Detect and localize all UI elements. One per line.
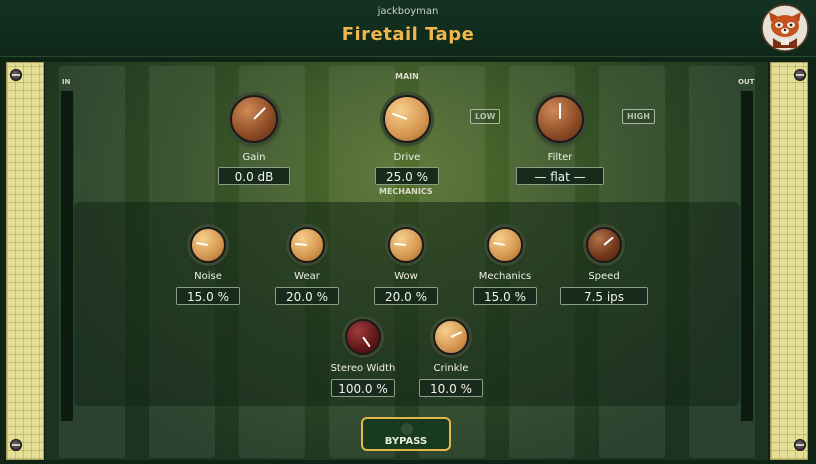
knob-pointer [559,103,561,119]
wow-label: Wow [394,271,418,282]
right-rack-rail [770,62,808,460]
speed-label: Speed [588,271,620,282]
knob-pointer [603,236,614,246]
gain-value-field[interactable]: 0.0 dB [218,167,290,185]
knob-pointer [362,336,371,348]
screw-icon [794,439,806,451]
knob-pointer [391,112,408,120]
output-meter [740,90,754,422]
screw-icon [10,69,22,81]
knob-pointer [450,331,463,338]
filter-low-button[interactable]: LOW [470,109,501,124]
crinkle-knob[interactable] [433,319,469,355]
knob-pointer [393,242,407,246]
drive-knob[interactable] [383,95,431,143]
knob-pointer [253,106,267,120]
gain-label: Gain [242,152,266,163]
knob-pointer [294,242,308,246]
noise-value-field[interactable]: 15.0 % [176,287,240,305]
gain-knob[interactable] [230,95,278,143]
crinkle-value-field[interactable]: 10.0 % [419,379,483,397]
red-panda-logo-icon [761,4,809,52]
filter-label: Filter [547,152,573,163]
stereo-width-value-field[interactable]: 100.0 % [331,379,395,397]
header: jackboyman Firetail Tape [0,0,816,57]
wow-knob[interactable] [388,227,424,263]
wear-knob[interactable] [289,227,325,263]
main-panel: IN OUT MAIN Gain 0.0 dB Drive 25.0 % Fil… [45,62,768,460]
wear-value-field[interactable]: 20.0 % [275,287,339,305]
speed-value-field[interactable]: 7.5 ips [560,287,648,305]
wear-label: Wear [294,271,320,282]
screw-icon [10,439,22,451]
speed-knob[interactable] [586,227,622,263]
filter-high-button[interactable]: HIGH [622,109,655,124]
mechanics-value-field[interactable]: 15.0 % [473,287,537,305]
filter-knob[interactable] [536,95,584,143]
left-rack-rail [6,62,44,460]
bypass-label: BYPASS [384,436,428,447]
mechanics-knob[interactable] [487,227,523,263]
noise-label: Noise [194,271,222,282]
section-label-mechanics: MECHANICS [379,187,433,196]
input-meter [60,90,74,422]
bypass-button[interactable]: BYPASS [361,417,451,451]
screw-icon [794,69,806,81]
section-label-main: MAIN [395,72,419,81]
mechanics-label: Mechanics [478,271,532,282]
stereo-width-knob[interactable] [345,319,381,355]
drive-label: Drive [393,152,421,163]
vendor-name: jackboyman [377,6,439,17]
knob-pointer [493,241,506,246]
output-meter-label: OUT [738,78,755,86]
knob-pointer [196,241,209,246]
wow-value-field[interactable]: 20.0 % [374,287,438,305]
filter-value-field[interactable]: — flat — [516,167,604,185]
plugin-title: Firetail Tape [341,24,475,45]
drive-value-field[interactable]: 25.0 % [375,167,439,185]
input-meter-label: IN [62,78,71,86]
bypass-led-icon [401,423,413,435]
noise-knob[interactable] [190,227,226,263]
crinkle-label: Crinkle [433,363,469,374]
